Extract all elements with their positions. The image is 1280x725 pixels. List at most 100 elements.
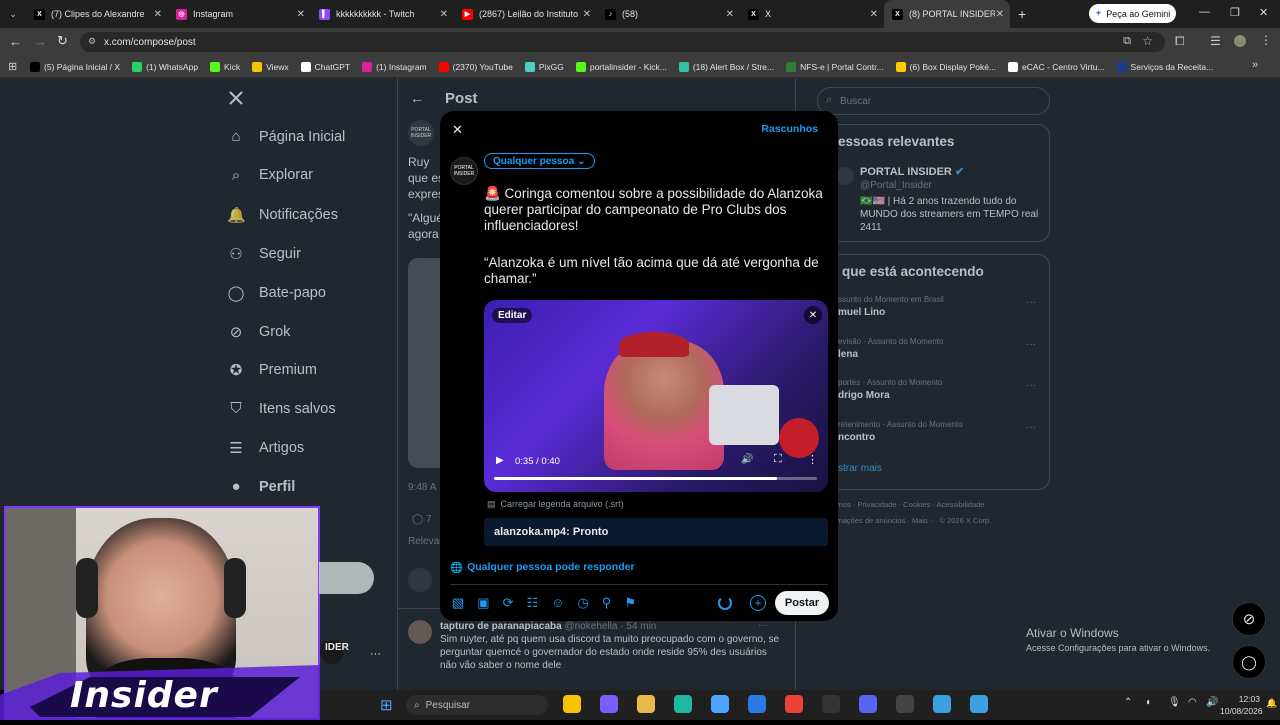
bookmark-item[interactable]: Kick [210, 61, 240, 72]
bookmark-item[interactable]: (2370) YouTube [438, 61, 513, 72]
site-info-icon[interactable]: ⚙ [88, 36, 96, 47]
close-icon[interactable]: ✕ [452, 122, 463, 138]
sidebar-post-button[interactable] [319, 562, 374, 594]
tab-close-icon[interactable]: ✕ [583, 9, 591, 20]
tab-close-icon[interactable]: ✕ [996, 9, 1004, 20]
taskbar-copilot-icon[interactable] [600, 695, 618, 713]
tray-wifi-icon[interactable]: ◠ [1188, 697, 1197, 708]
reading-list-icon[interactable]: ☰ [1210, 34, 1221, 48]
tab-1[interactable]: X (7) Clipes do Alexandre ✕ [26, 0, 168, 28]
taskbar-chrome-icon[interactable] [785, 695, 803, 713]
taskbar-obs-icon[interactable] [896, 695, 914, 713]
tab-4[interactable]: ▶ (2867) Leilão do Instituto ✕ [454, 0, 597, 28]
tab-6[interactable]: X X ✕ [740, 0, 884, 28]
taskbar-store-icon[interactable] [711, 695, 729, 713]
sidebar-account-more-icon[interactable]: ··· [370, 648, 381, 660]
emoji-icon[interactable]: ☺ [551, 595, 564, 611]
tray-volume-icon[interactable]: 🔊 [1206, 697, 1218, 708]
menu-icon[interactable]: ⋮ [1260, 33, 1272, 47]
video-attachment[interactable]: Editar ✕ ▶ 0:35 / 0:40 🔊 ⛶ ⋮ [484, 300, 828, 492]
bookmark-label: ChatGPT [314, 61, 351, 72]
taskbar-photos-icon[interactable] [970, 695, 988, 713]
bookmark-star-icon[interactable]: ☆ [1142, 34, 1153, 48]
caption-upload[interactable]: ▤ Carregar legenda arquivo (.srt) [487, 499, 624, 510]
bookmark-item[interactable]: NFS-e | Portal Contr... [786, 61, 884, 72]
video-progress-track[interactable] [494, 477, 817, 480]
install-app-icon[interactable]: ⧉ [1123, 35, 1131, 48]
bookmark-item[interactable]: Viewx [252, 61, 289, 72]
tab-close-icon[interactable]: ✕ [870, 9, 878, 20]
tab-close-icon[interactable]: ✕ [726, 9, 734, 20]
bookmark-item[interactable]: (1) WhatsApp [132, 61, 198, 72]
windows-start-icon[interactable]: ⊞ [380, 696, 393, 714]
gif-icon[interactable]: ▣ [477, 595, 489, 611]
extensions-icon[interactable]: ⧠ [1175, 34, 1185, 49]
taskbar-folder-icon[interactable] [637, 695, 655, 713]
tray-clock[interactable]: 12:03 10/08/2026 [1220, 693, 1263, 717]
address-bar[interactable]: ⚙ x.com/compose/post ⧉ ☆ [80, 32, 1165, 52]
tab-5[interactable]: ♪ (58) ✕ [597, 0, 740, 28]
profile-avatar[interactable] [1234, 35, 1246, 47]
bookmark-item[interactable]: (18) Alert Box / Stre... [678, 61, 774, 72]
apps-grid-icon[interactable]: ⊞ [8, 60, 17, 73]
bookmark-item[interactable]: (5) Página Inicial / X [30, 61, 120, 72]
taskbar-file-explorer-icon[interactable] [563, 695, 581, 713]
bookmark-item[interactable]: portalinsider - Kick... [575, 61, 667, 72]
tray-network-icon[interactable]: ◐ [1146, 697, 1152, 708]
post-textarea[interactable]: 🚨 Coringa comentou sobre a possibilidade… [484, 186, 829, 287]
post-button[interactable]: Postar [775, 591, 829, 615]
tab-close-icon[interactable]: ✕ [154, 9, 162, 20]
tab-close-icon[interactable]: ✕ [297, 9, 305, 20]
tab-close-icon[interactable]: ✕ [440, 9, 448, 20]
notification-bell-icon[interactable]: 🔔 [1266, 698, 1277, 709]
reload-icon[interactable]: ↻ [57, 33, 68, 49]
volume-icon[interactable]: 🔊 [741, 454, 753, 465]
add-post-icon[interactable]: + [750, 595, 766, 611]
minimize-icon[interactable]: — [1199, 6, 1210, 18]
play-icon[interactable]: ▶ [496, 455, 504, 466]
messages-float-icon[interactable]: ◯ [1232, 645, 1266, 679]
grok-icon[interactable]: ⟳ [503, 595, 514, 611]
gemini-button[interactable]: ✦ Peça ao Gemini [1089, 4, 1176, 23]
reply-setting[interactable]: 🌐 Qualquer pessoa pode responder [450, 561, 635, 574]
tray-mic-icon[interactable]: 🎙 [1168, 697, 1181, 708]
drafts-button[interactable]: Rascunhos [761, 123, 818, 135]
taskbar-vscode-icon[interactable] [748, 695, 766, 713]
grok-float-icon[interactable]: ⊘ [1232, 602, 1266, 636]
remove-media-icon[interactable]: ✕ [804, 306, 822, 324]
window-close-icon[interactable]: ✕ [1259, 6, 1268, 19]
taskbar-notepad-icon[interactable] [933, 695, 951, 713]
new-tab-button[interactable]: + [1018, 6, 1026, 22]
tray-chevron-icon[interactable]: ⌃ [1124, 697, 1132, 708]
poll-icon[interactable]: ☷ [527, 595, 539, 611]
flag-icon[interactable]: ⚑ [624, 595, 636, 611]
audience-selector[interactable]: Qualquer pessoa ⌄ [484, 153, 595, 169]
sidebar-account-name[interactable]: IDER [325, 642, 349, 653]
schedule-icon[interactable]: ◷ [577, 595, 588, 611]
taskbar-search[interactable]: ⌕ Pesquisar [406, 695, 548, 715]
bookmark-item[interactable]: (6) Box Display Poké... [895, 61, 996, 72]
tab-7[interactable]: X (8) PORTAL INSIDER no X:✕ [884, 0, 1010, 28]
tab-search-chevron-icon[interactable]: ⌄ [0, 9, 26, 20]
location-icon[interactable]: ⚲ [602, 595, 612, 611]
video-menu-icon[interactable]: ⋮ [807, 453, 818, 466]
maximize-icon[interactable]: ❐ [1230, 6, 1240, 19]
bookmark-item[interactable]: (1) Instagram [362, 61, 427, 72]
back-icon[interactable]: ← [9, 34, 22, 49]
edit-media-button[interactable]: Editar [492, 308, 533, 323]
forward-icon[interactable]: → [34, 34, 47, 49]
tab-label: X [765, 9, 772, 19]
bookmark-item[interactable]: PixGG [524, 61, 564, 72]
fullscreen-icon[interactable]: ⛶ [774, 453, 782, 466]
media-icon[interactable]: ▧ [452, 595, 464, 611]
bookmark-label: eCAC - Centro Virtu... [1022, 61, 1105, 72]
tab-3[interactable]: ▌ kkkkkkkkkk - Twitch ✕ [311, 0, 454, 28]
bookmark-item[interactable]: eCAC - Centro Virtu... [1008, 61, 1105, 72]
taskbar-discord-icon[interactable] [859, 695, 877, 713]
tab-2[interactable]: ◎ Instagram ✕ [168, 0, 311, 28]
bookmark-item[interactable]: Serviços da Receita... [1116, 61, 1213, 72]
taskbar-capcut-icon[interactable] [822, 695, 840, 713]
taskbar-edge-icon[interactable] [674, 695, 692, 713]
bookmark-item[interactable]: ChatGPT [300, 61, 351, 72]
more-bookmarks-icon[interactable]: » [1252, 59, 1258, 71]
